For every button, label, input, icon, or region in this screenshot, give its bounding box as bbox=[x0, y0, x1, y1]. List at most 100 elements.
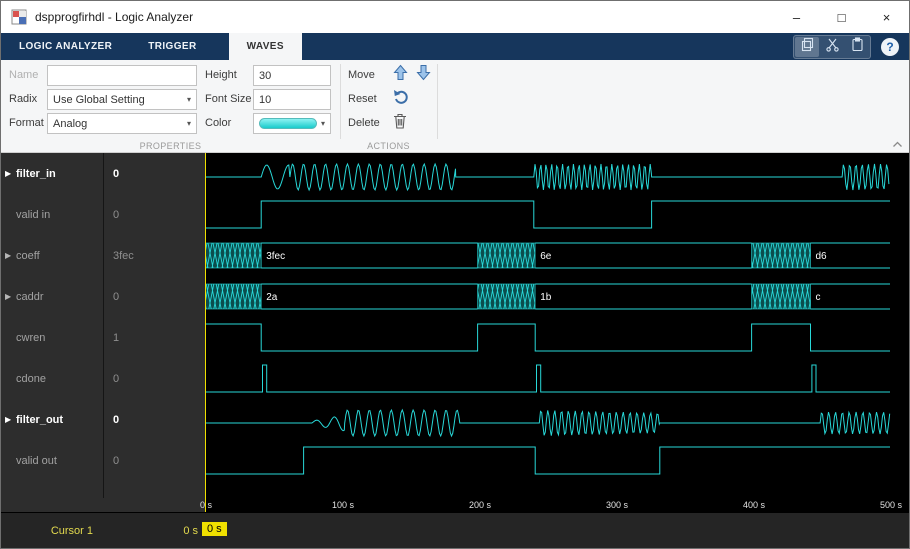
cursor-bar: Cursor 1 0 s 0 s bbox=[1, 512, 909, 549]
paste-button[interactable] bbox=[845, 37, 869, 57]
trash-icon bbox=[393, 113, 407, 134]
waveform-region: ▶filter_invalid in▶coeff▶caddrcwrencdone… bbox=[1, 153, 909, 549]
signal-value: 1 bbox=[104, 317, 205, 358]
chevron-up-icon bbox=[892, 135, 903, 153]
format-label: Format bbox=[9, 113, 44, 134]
arrow-up-icon bbox=[393, 64, 408, 86]
waveform-workspace: ▶filter_invalid in▶coeff▶caddrcwrencdone… bbox=[1, 153, 909, 498]
cut-button[interactable] bbox=[820, 37, 844, 57]
signal-row-valid-out[interactable]: valid out bbox=[1, 440, 103, 481]
svg-text:2a: 2a bbox=[266, 292, 278, 303]
signal-name: cwren bbox=[16, 332, 45, 344]
signal-row-cwren[interactable]: cwren bbox=[1, 317, 103, 358]
cursor-label: Cursor 1 bbox=[1, 525, 93, 537]
waves-ribbon: Name Radix Use Global Setting ▾ Format A… bbox=[1, 60, 909, 153]
signal-values-column: 003fec01000 bbox=[104, 153, 205, 498]
move-down-button[interactable] bbox=[412, 64, 434, 86]
wave-canvas: 3fec6ed62a1bc bbox=[205, 153, 910, 498]
copy-button[interactable] bbox=[795, 37, 819, 57]
time-tick-label: 400 s bbox=[743, 500, 765, 510]
window-title: dspprogfirhdl - Logic Analyzer bbox=[35, 10, 774, 24]
wave-plot-area[interactable]: 3fec6ed62a1bc bbox=[205, 153, 909, 498]
signal-name: coeff bbox=[16, 250, 40, 262]
chevron-down-icon: ▾ bbox=[321, 119, 325, 128]
time-tick-label: 500 s bbox=[880, 500, 902, 510]
logic-analyzer-window: dspprogfirhdl - Logic Analyzer – □ × LOG… bbox=[0, 0, 910, 549]
font-size-input[interactable] bbox=[253, 89, 331, 110]
signal-row-cdone[interactable]: cdone bbox=[1, 358, 103, 399]
color-picker[interactable]: ▾ bbox=[253, 113, 331, 134]
tab-waves[interactable]: WAVES bbox=[229, 33, 302, 60]
signal-value: 0 bbox=[104, 276, 205, 317]
undo-arrow-icon bbox=[392, 88, 409, 110]
maximize-button[interactable]: □ bbox=[819, 1, 864, 33]
cursor-flag[interactable]: 0 s bbox=[202, 522, 227, 536]
cursor-line[interactable] bbox=[205, 153, 206, 512]
cut-icon bbox=[825, 37, 840, 57]
help-button[interactable]: ? bbox=[881, 38, 899, 56]
signal-row-valid-in[interactable]: valid in bbox=[1, 194, 103, 235]
paste-icon bbox=[850, 37, 865, 57]
move-label: Move bbox=[348, 65, 375, 86]
expand-arrow-icon[interactable]: ▶ bbox=[5, 415, 16, 424]
name-input[interactable] bbox=[47, 65, 197, 86]
signal-name: valid in bbox=[16, 209, 50, 221]
svg-text:c: c bbox=[816, 292, 821, 303]
signal-row-filter_in[interactable]: ▶filter_in bbox=[1, 153, 103, 194]
font-size-label: Font Size bbox=[205, 89, 251, 110]
time-tick-label: 0 s bbox=[200, 500, 212, 510]
signal-value: 0 bbox=[104, 194, 205, 235]
radix-select[interactable]: Use Global Setting ▾ bbox=[47, 89, 197, 110]
window-controls: – □ × bbox=[774, 1, 909, 33]
signal-value: 0 bbox=[104, 358, 205, 399]
time-axis[interactable]: 0 s 100 s 200 s 300 s 400 s 500 s bbox=[1, 498, 909, 512]
copy-icon bbox=[800, 37, 815, 57]
axis-left-mask bbox=[1, 498, 205, 512]
time-tick-label: 200 s bbox=[469, 500, 491, 510]
name-label: Name bbox=[9, 65, 38, 86]
toolstrip-tabbar: LOGIC ANALYZER TRIGGER WAVES bbox=[1, 33, 909, 60]
format-value: Analog bbox=[53, 118, 87, 130]
svg-text:3fec: 3fec bbox=[266, 251, 285, 262]
expand-arrow-icon[interactable]: ▶ bbox=[5, 292, 16, 301]
titlebar: dspprogfirhdl - Logic Analyzer – □ × bbox=[1, 1, 909, 33]
height-label: Height bbox=[205, 65, 237, 86]
delete-button[interactable] bbox=[389, 112, 411, 134]
section-divider bbox=[340, 64, 341, 139]
radix-label: Radix bbox=[9, 89, 37, 110]
delete-label: Delete bbox=[348, 113, 380, 134]
time-tick-label: 300 s bbox=[606, 500, 628, 510]
app-icon bbox=[11, 9, 27, 25]
collapse-ribbon-button[interactable] bbox=[890, 139, 904, 149]
close-button[interactable]: × bbox=[864, 1, 909, 33]
actions-section-label: ACTIONS bbox=[340, 141, 437, 151]
signal-row-filter_out[interactable]: ▶filter_out bbox=[1, 399, 103, 440]
reset-button[interactable] bbox=[389, 88, 411, 110]
color-label: Color bbox=[205, 113, 231, 134]
minimize-button[interactable]: – bbox=[774, 1, 819, 33]
radix-value: Use Global Setting bbox=[53, 94, 145, 106]
signal-row-caddr[interactable]: ▶caddr bbox=[1, 276, 103, 317]
section-divider bbox=[437, 64, 438, 139]
clipboard-icon-group bbox=[793, 35, 871, 59]
properties-section-label: PROPERTIES bbox=[1, 141, 340, 151]
format-select[interactable]: Analog ▾ bbox=[47, 113, 197, 134]
color-swatch bbox=[259, 118, 317, 129]
expand-arrow-icon[interactable]: ▶ bbox=[5, 251, 16, 260]
signal-value: 0 bbox=[104, 440, 205, 481]
signal-value: 0 bbox=[104, 399, 205, 440]
svg-text:1b: 1b bbox=[540, 292, 552, 303]
signal-name: filter_in bbox=[16, 168, 56, 180]
tab-logic-analyzer[interactable]: LOGIC ANALYZER bbox=[1, 33, 130, 60]
tab-trigger[interactable]: TRIGGER bbox=[130, 33, 214, 60]
chevron-down-icon: ▾ bbox=[187, 119, 191, 128]
expand-arrow-icon[interactable]: ▶ bbox=[5, 169, 16, 178]
move-up-button[interactable] bbox=[389, 64, 411, 86]
signal-row-coeff[interactable]: ▶coeff bbox=[1, 235, 103, 276]
height-input[interactable] bbox=[253, 65, 331, 86]
time-tick-label: 100 s bbox=[332, 500, 354, 510]
signal-name: filter_out bbox=[16, 414, 63, 426]
svg-text:6e: 6e bbox=[540, 251, 552, 262]
signal-value: 3fec bbox=[104, 235, 205, 276]
help-icon: ? bbox=[886, 40, 893, 54]
